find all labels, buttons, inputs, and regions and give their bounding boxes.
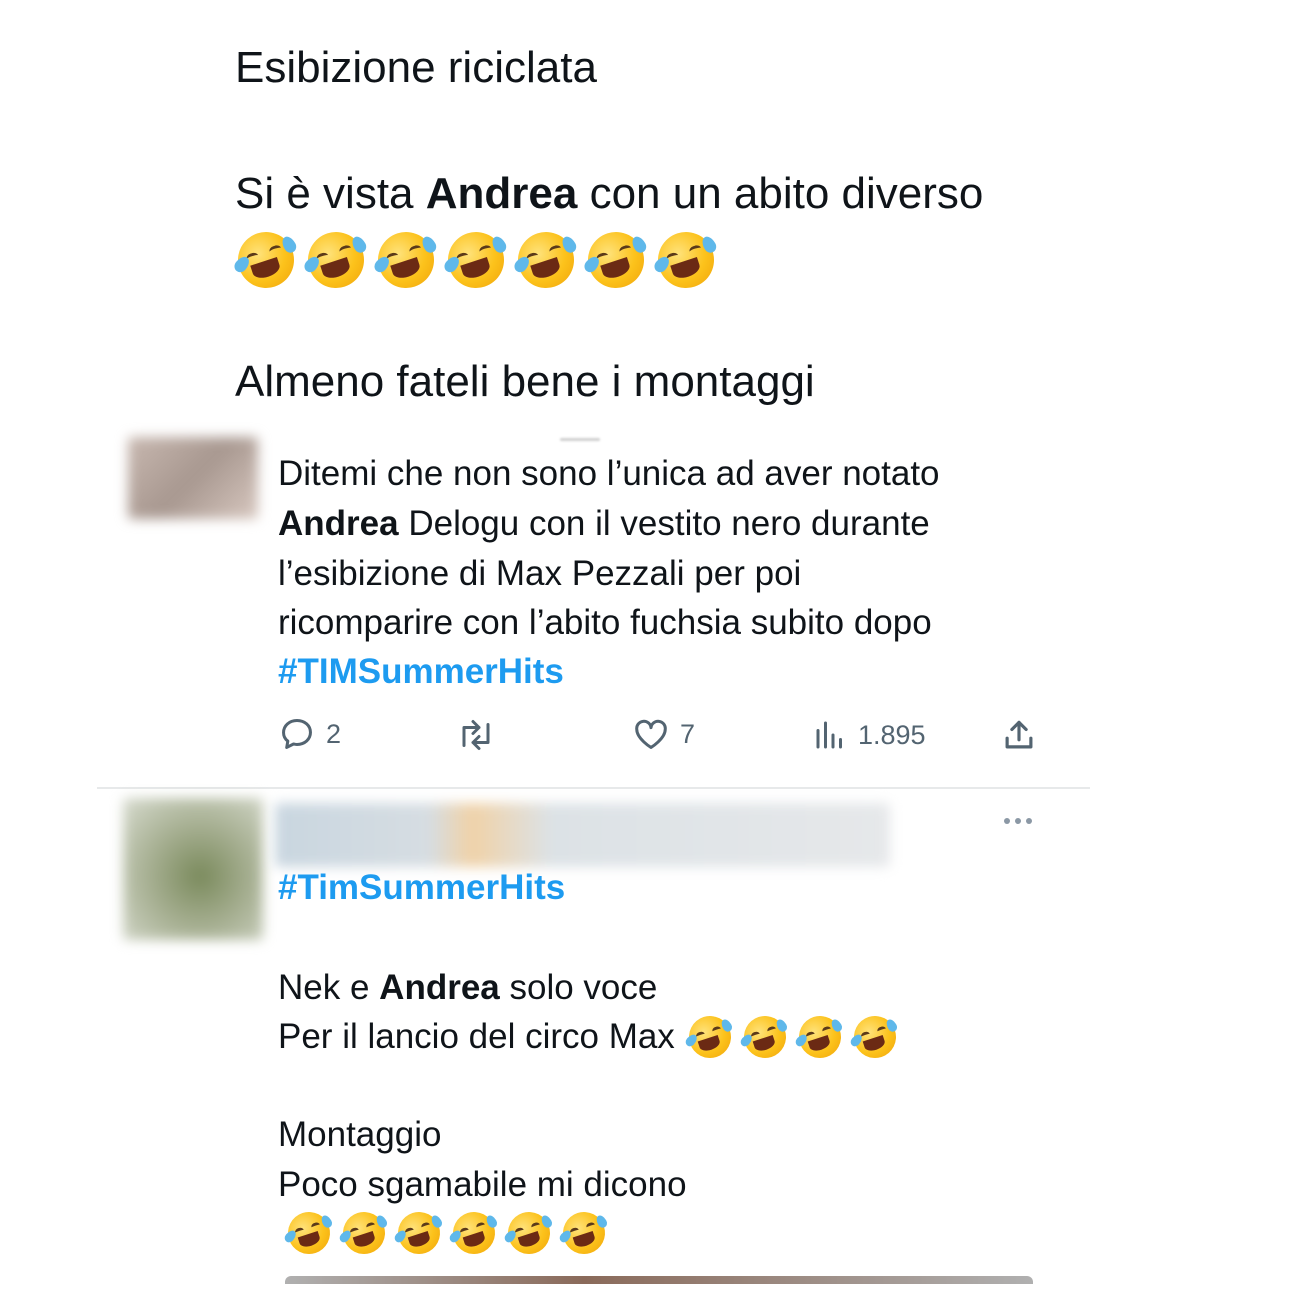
reply-line-1-before: Nek e <box>278 968 370 1007</box>
reply-hashtag[interactable]: #TimSummerHits <box>278 866 565 910</box>
like-count: 7 <box>680 718 696 749</box>
emoji-row-reply-1 <box>683 1010 902 1064</box>
rolling-laughing-emoji-icon <box>650 224 722 296</box>
post-line-1: Esibizione riciclata <box>235 43 597 92</box>
emoji-row-reply-2 <box>282 1206 611 1260</box>
emoji-row-top <box>230 224 722 296</box>
views-action[interactable]: 1.895 <box>812 717 926 753</box>
rolling-laughing-emoji-icon <box>392 1206 446 1260</box>
rolling-laughing-emoji-icon <box>300 224 372 296</box>
rolling-laughing-emoji-icon <box>337 1206 391 1260</box>
reply-line-3: Montaggio <box>278 1115 442 1154</box>
rolling-laughing-emoji-icon <box>793 1010 847 1064</box>
post-line-2-before: Si è vista <box>235 169 414 218</box>
rolling-laughing-emoji-icon <box>282 1206 336 1260</box>
quoted-line-1: Ditemi che non sono l’unica ad aver nota… <box>278 454 940 493</box>
views-count: 1.895 <box>858 719 926 750</box>
rolling-laughing-emoji-icon <box>557 1206 611 1260</box>
post-line-2-bold: Andrea <box>425 169 578 218</box>
like-action[interactable]: 7 <box>632 715 695 753</box>
divider <box>97 787 1090 789</box>
reply-line-2: Per il lancio del circo Max <box>278 1010 902 1064</box>
heart-icon <box>632 715 670 753</box>
rolling-laughing-emoji-icon <box>580 224 652 296</box>
reply-line-1-bold: Andrea <box>379 968 500 1007</box>
rolling-laughing-emoji-icon <box>738 1010 792 1064</box>
quoted-hashtag[interactable]: #TIMSummerHits <box>278 650 564 694</box>
quoted-line-2: Andrea Delogu con il vestito nero durant… <box>278 502 930 546</box>
quoted-line-2-bold: Andrea <box>278 504 399 543</box>
quoted-line-2-rest: Delogu con il vestito nero durante <box>408 504 930 543</box>
avatar-blurred[interactable] <box>128 437 258 519</box>
reply-count: 2 <box>326 718 342 749</box>
more-options-icon[interactable] <box>1004 818 1032 824</box>
avatar-blurred[interactable] <box>123 798 263 940</box>
views-icon <box>812 717 848 753</box>
reply-line-1-after: solo voce <box>509 968 658 1007</box>
rolling-laughing-emoji-icon <box>230 224 302 296</box>
reply-icon <box>278 715 316 753</box>
retweet-action[interactable] <box>455 717 497 753</box>
reply-line-2-text: Per il lancio del circo Max <box>278 1017 675 1056</box>
share-icon <box>1000 716 1038 754</box>
post-line-3: Almeno fateli bene i montaggi <box>235 357 815 406</box>
post-line-2: Si è vista Andrea con un abito diverso <box>235 168 983 220</box>
reply-action[interactable]: 2 <box>278 715 341 753</box>
rolling-laughing-emoji-icon <box>440 224 512 296</box>
rolling-laughing-emoji-icon <box>447 1206 501 1260</box>
rolling-laughing-emoji-icon <box>848 1010 902 1064</box>
media-preview-edge[interactable] <box>285 1276 1033 1284</box>
retweet-icon <box>455 717 497 753</box>
rolling-laughing-emoji-icon <box>502 1206 556 1260</box>
reply-line-1: Nek e Andrea solo voce <box>278 966 657 1010</box>
share-action[interactable] <box>1000 716 1038 754</box>
header-blur-fragment <box>560 438 600 441</box>
post-line-2-after: con un abito diverso <box>589 169 984 218</box>
reply-line-4: Poco sgamabile mi dicono <box>278 1165 687 1204</box>
quoted-line-3: l’esibizione di Max Pezzali per poi <box>278 554 802 593</box>
quoted-line-4: ricomparire con l’abito fuchsia subito d… <box>278 603 932 642</box>
rolling-laughing-emoji-icon <box>683 1010 737 1064</box>
rolling-laughing-emoji-icon <box>370 224 442 296</box>
rolling-laughing-emoji-icon <box>510 224 582 296</box>
username-blurred[interactable] <box>275 803 890 867</box>
